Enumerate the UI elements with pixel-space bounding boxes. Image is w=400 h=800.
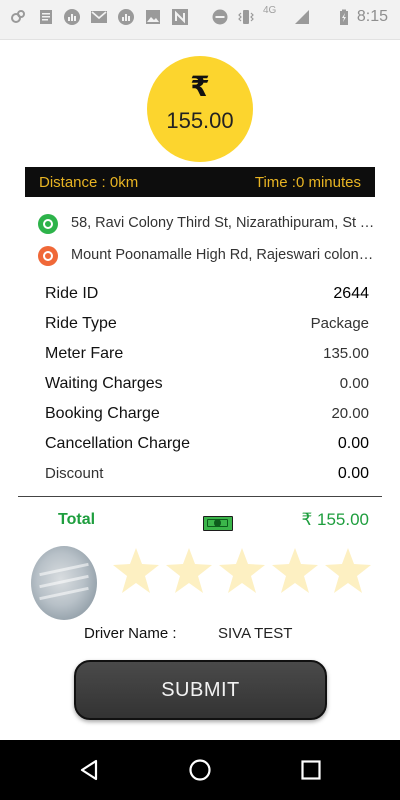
pickup-address: 58, Ravi Colony Third St, Nizarathipuram…	[71, 215, 376, 231]
detail-label: Meter Fare	[45, 345, 124, 362]
rating-star-2[interactable]	[165, 546, 213, 596]
detail-value: Package	[310, 315, 369, 332]
submit-button[interactable]: SUBMIT	[74, 660, 327, 720]
image-icon	[145, 9, 161, 25]
fare-badge: ₹ 155.00	[147, 56, 253, 162]
distance-text: Distance : 0km	[39, 174, 139, 191]
driver-avatar	[31, 546, 97, 620]
home-icon[interactable]	[188, 758, 212, 782]
total-value: ₹ 155.00	[301, 510, 369, 529]
detail-label: Discount	[45, 465, 104, 482]
detail-value: 20.00	[331, 405, 369, 422]
driver-name: SIVA TEST	[218, 625, 293, 642]
fare-amount: 155.00	[166, 108, 234, 133]
gmail-icon	[91, 9, 107, 25]
drop-address: Mount Poonamalle High Rd, Rajeswari colo…	[71, 247, 376, 263]
divider	[18, 496, 382, 497]
document-icon	[38, 9, 54, 25]
clock: 8:15	[356, 8, 388, 25]
trip-stats-bar: Distance : 0km Time :0 minutes	[25, 167, 375, 197]
ride-summary-screen: 4G 8:15 ₹ 155.00 Distance : 0km Time :0 …	[0, 0, 400, 800]
network-type: 4G	[263, 5, 277, 16]
detail-label: Ride Type	[45, 315, 117, 332]
detail-value: 0.00	[337, 465, 369, 482]
money-icon	[203, 516, 233, 531]
time-text: Time :0 minutes	[254, 174, 361, 191]
detail-row-cancellation-charge: Cancellation Charge 0.00	[45, 433, 369, 457]
drop-address-row: Mount Poonamalle High Rd, Rajeswari colo…	[38, 244, 378, 268]
total-label: Total	[58, 511, 96, 528]
rupee-icon: ₹	[190, 70, 210, 103]
detail-row-ride-type: Ride Type Package	[45, 313, 369, 337]
n-icon	[172, 9, 188, 25]
signal-icon	[294, 9, 310, 25]
rating-star-5[interactable]	[324, 546, 372, 596]
drop-marker-icon	[38, 246, 58, 266]
driver-name-label: Driver Name :	[84, 625, 177, 642]
recents-icon[interactable]	[299, 758, 323, 782]
chart-icon	[118, 9, 134, 25]
detail-row-waiting-charges: Waiting Charges 0.00	[45, 373, 369, 397]
pickup-address-row: 58, Ravi Colony Third St, Nizarathipuram…	[38, 212, 378, 236]
pickup-marker-icon	[38, 214, 58, 234]
battery-charging-icon	[336, 9, 352, 25]
detail-row-booking-charge: Booking Charge 20.00	[45, 403, 369, 427]
detail-label: Cancellation Charge	[45, 435, 190, 452]
chart-icon	[64, 9, 80, 25]
rating-star-3[interactable]	[218, 546, 266, 596]
detail-label: Booking Charge	[45, 405, 160, 422]
navigation-bar	[0, 740, 400, 800]
detail-value: 135.00	[323, 345, 369, 362]
detail-value: 0.00	[339, 375, 369, 392]
detail-value: 0.00	[337, 435, 369, 452]
detail-row-ride-id: Ride ID 2644	[45, 283, 369, 307]
detail-label: Waiting Charges	[45, 375, 163, 392]
vibrate-icon	[238, 9, 254, 25]
rating-star-1[interactable]	[112, 546, 160, 596]
do-not-disturb-icon	[212, 9, 228, 25]
detail-value: 2644	[333, 285, 369, 302]
rating-star-4[interactable]	[271, 546, 319, 596]
detail-row-discount: Discount 0.00	[45, 463, 369, 487]
back-icon[interactable]	[78, 758, 102, 782]
app-icon	[10, 9, 26, 25]
detail-row-meter-fare: Meter Fare 135.00	[45, 343, 369, 367]
status-bar: 4G 8:15	[0, 0, 400, 40]
detail-label: Ride ID	[45, 285, 99, 302]
